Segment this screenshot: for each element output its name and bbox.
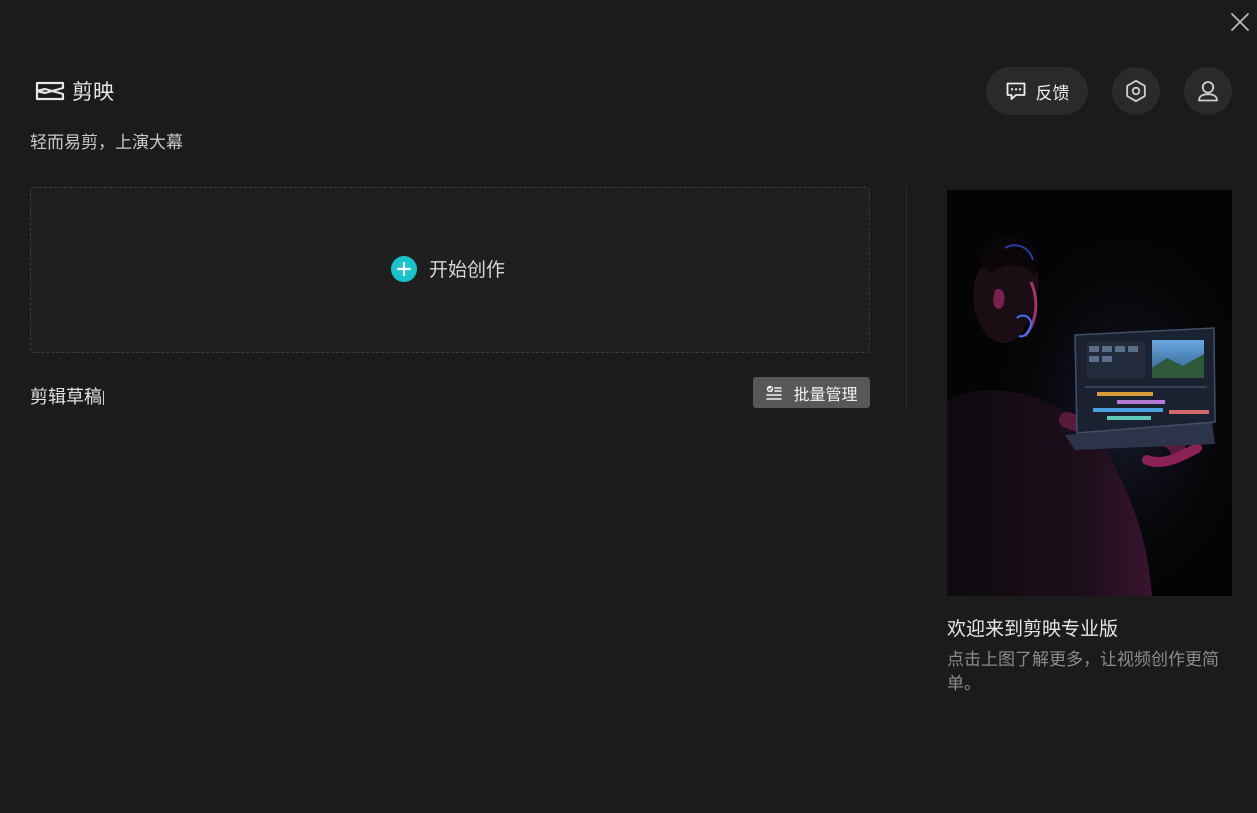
person-with-laptop-illustration [947, 190, 1232, 596]
start-creating-label: 开始创作 [428, 259, 505, 281]
promo-title: 欢迎来到剪映专业版 [947, 618, 1119, 640]
capcut-logo-icon [35, 81, 65, 101]
feedback-label: 反馈 [1035, 83, 1070, 104]
app-name: 剪映 [72, 80, 114, 104]
settings-button[interactable] [1112, 67, 1160, 115]
batch-manage-icon [766, 385, 783, 400]
close-button[interactable] [1227, 9, 1253, 35]
vertical-divider [906, 187, 907, 409]
plus-icon [390, 255, 417, 282]
batch-manage-button[interactable]: 批量管理 [753, 377, 870, 408]
batch-manage-label: 批量管理 [793, 384, 858, 404]
text-cursor [103, 391, 104, 405]
app-window: 剪映 轻而易剪，上演大幕 反馈 开始创作 剪辑草稿 批量管理 欢迎来到剪映专业版… [0, 0, 1257, 813]
app-logo: 剪映 [34, 76, 114, 106]
feedback-button[interactable]: 反馈 [986, 67, 1088, 115]
promo-image[interactable] [947, 190, 1232, 596]
close-icon [1231, 13, 1249, 31]
start-creating-content: 开始创作 [390, 255, 505, 282]
account-button[interactable] [1184, 67, 1232, 115]
drafts-title-text: 剪辑草稿 [30, 387, 102, 408]
user-icon [1198, 81, 1218, 102]
hexagon-settings-icon [1126, 79, 1146, 103]
feedback-icon [1006, 82, 1025, 100]
drafts-section-title: 剪辑草稿 [30, 383, 104, 409]
promo-description: 点击上图了解更多，让视频创作更简单。 [947, 650, 1219, 694]
start-creating-button[interactable]: 开始创作 [30, 187, 870, 353]
app-slogan: 轻而易剪，上演大幕 [30, 133, 183, 153]
